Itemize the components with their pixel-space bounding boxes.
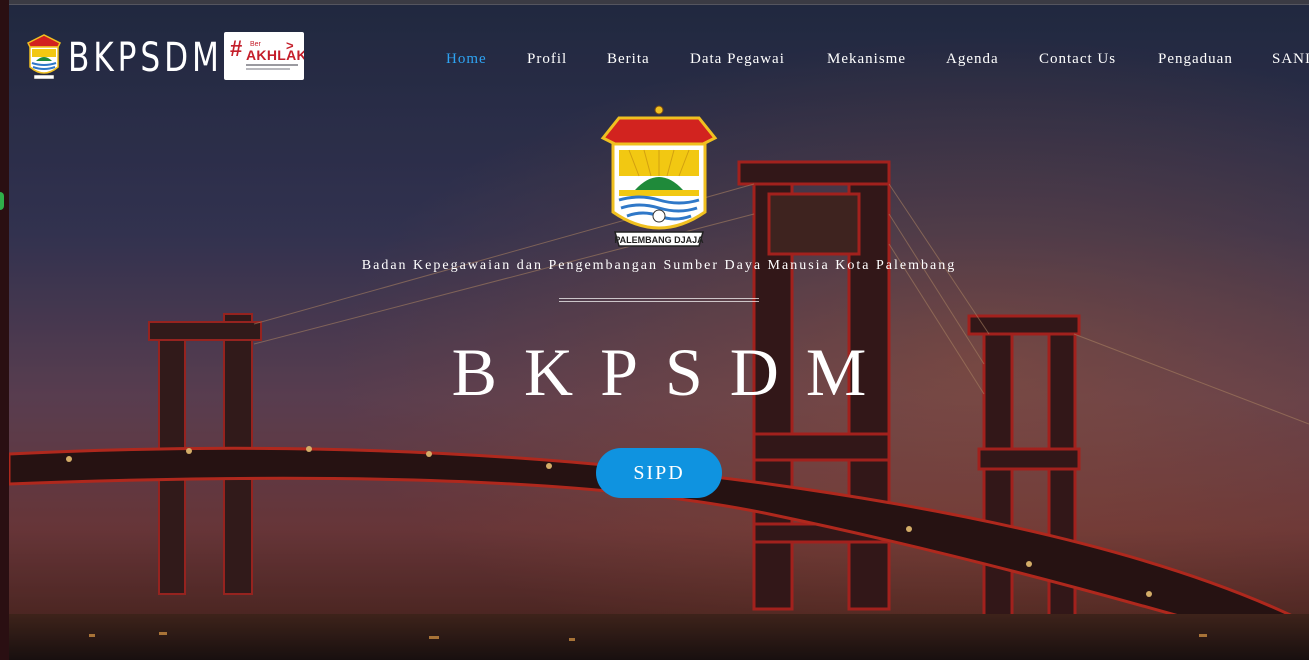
hero-section: BKPSDM # Ber AKHLAK > Home Profil Berita… — [9, 4, 1309, 660]
sipd-button[interactable]: SIPD — [596, 448, 722, 498]
left-edge-strip — [0, 0, 9, 660]
hero-title: BKPSDM — [451, 334, 894, 410]
nav-item-agenda[interactable]: Agenda — [946, 47, 999, 71]
hero-subtitle: Badan Kepegawaian dan Pengembangan Sumbe… — [361, 258, 957, 273]
hero-overlay — [9, 4, 1309, 660]
nav-item-data-pegawai[interactable]: Data Pegawai — [690, 47, 785, 71]
nav-item-home[interactable]: Home — [446, 47, 487, 71]
main-navigation: Home Profil Berita Data Pegawai Mekanism… — [9, 47, 1309, 71]
hero-divider — [559, 298, 759, 302]
emblem-ribbon-text: PALEMBANG DJAJA — [614, 235, 704, 245]
nav-item-profil[interactable]: Profil — [527, 47, 567, 71]
top-border — [9, 0, 1309, 5]
nav-item-sani[interactable]: SANI — [1272, 47, 1309, 71]
palembang-city-emblem-icon: PALEMBANG DJAJA — [600, 105, 718, 247]
floating-whatsapp-button[interactable] — [0, 192, 4, 210]
nav-item-contact-us[interactable]: Contact Us — [1039, 47, 1116, 71]
nav-item-mekanisme[interactable]: Mekanisme — [827, 47, 906, 71]
nav-item-berita[interactable]: Berita — [607, 47, 650, 71]
nav-item-pengaduan[interactable]: Pengaduan — [1158, 47, 1233, 71]
